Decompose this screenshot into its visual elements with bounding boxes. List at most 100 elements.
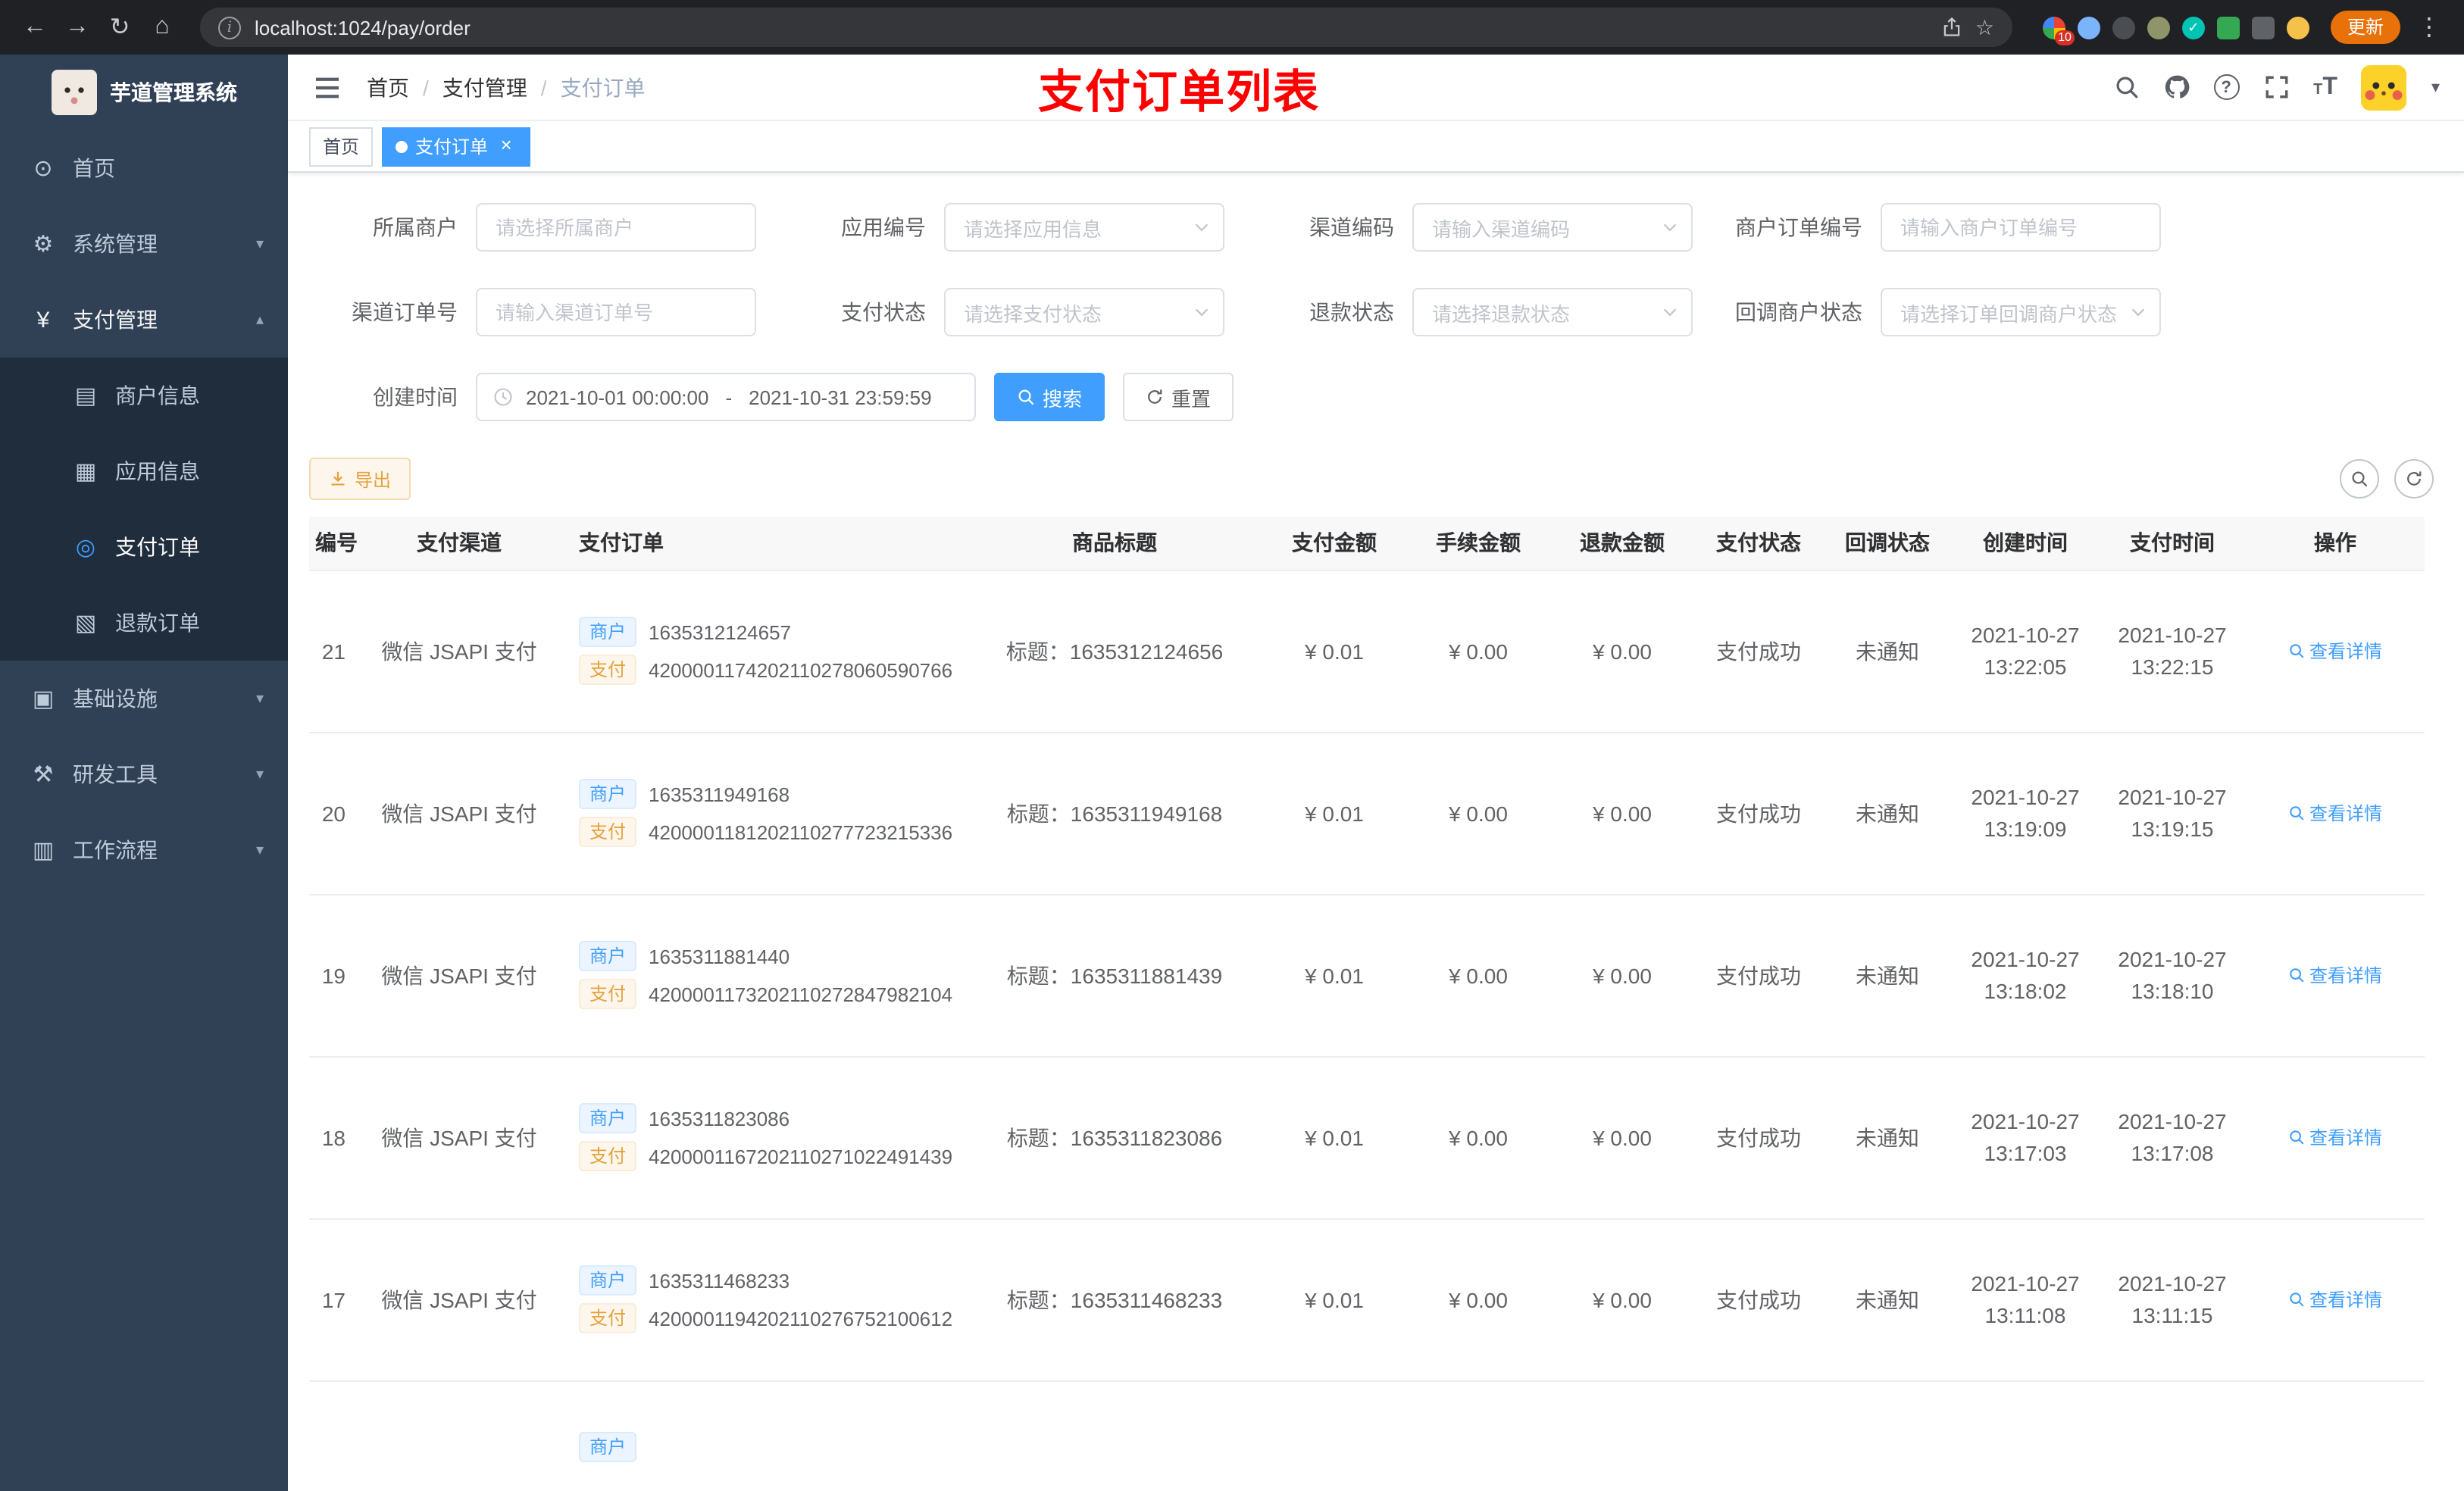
gear-icon: ⚙ bbox=[33, 232, 54, 258]
dev-tools-icon: ⚒ bbox=[33, 762, 54, 788]
cell-status: 支付成功 bbox=[1694, 1218, 1823, 1381]
cell-refund: ¥ 0.00 bbox=[1550, 732, 1694, 895]
filter-app-no: 应用编号 请选择应用信息 bbox=[777, 203, 1224, 252]
sidebar: 芋道管理系统 ⊙ 首页 ⚙ 系统管理 ▾ ¥ 支付管理 ▴ ▤ 商户信息 ▦ 应… bbox=[0, 55, 288, 1491]
export-button[interactable]: 导出 bbox=[309, 458, 411, 500]
browser-extension-icon[interactable] bbox=[2216, 16, 2240, 39]
logo-title: 芋道管理系统 bbox=[110, 80, 237, 105]
merchant-input[interactable] bbox=[476, 203, 756, 252]
cell-amount: ¥ 0.01 bbox=[1262, 732, 1406, 895]
view-detail-link[interactable]: 查看详情 bbox=[2288, 638, 2382, 664]
browser-extension-icon[interactable]: ✓ bbox=[2181, 16, 2205, 39]
browser-pin-icon[interactable] bbox=[2251, 16, 2275, 39]
url-text: localhost:1024/pay/order bbox=[255, 16, 471, 39]
browser-extension-icon[interactable]: 10 bbox=[2042, 16, 2075, 45]
site-info-icon[interactable]: i bbox=[218, 16, 241, 39]
reset-button[interactable]: 重置 bbox=[1123, 373, 1234, 421]
caret-down-icon[interactable]: ▾ bbox=[2431, 77, 2440, 97]
cell-pay-channel: 微信 JSAPI 支付 bbox=[361, 732, 558, 895]
filter-row-2: 渠道订单号 支付状态 请选择支付状态 退款状态 请选择退款状态 bbox=[309, 288, 2434, 336]
filter-create-time: 创建时间 2021-10-01 00:00:00 - 2021-10-31 23… bbox=[309, 373, 1234, 421]
cell-pay-order: 商户 1635312124657 支付 42000011742021102780… bbox=[558, 570, 967, 733]
channel-code-select[interactable]: 请输入渠道编码 bbox=[1412, 203, 1693, 252]
view-detail-link[interactable]: 查看详情 bbox=[2288, 1286, 2382, 1312]
merchant-tag: 商户 bbox=[579, 1103, 637, 1133]
browser-extension-icon[interactable] bbox=[2147, 16, 2170, 39]
browser-extension-icon[interactable] bbox=[2077, 16, 2100, 39]
merchant-order-no: 1635311881440 bbox=[649, 945, 790, 967]
sidebar-item-workflow[interactable]: ▥ 工作流程 ▾ bbox=[0, 812, 288, 888]
browser-address-bar[interactable]: i localhost:1024/pay/order ☆ bbox=[200, 8, 2012, 47]
chevron-down-icon bbox=[1193, 218, 1211, 236]
date-end: 2021-10-31 23:59:59 bbox=[749, 386, 932, 408]
sidebar-item-home[interactable]: ⊙ 首页 bbox=[0, 130, 288, 206]
date-start: 2021-10-01 00:00:00 bbox=[526, 386, 709, 408]
refresh-table-button[interactable] bbox=[2394, 459, 2434, 499]
merchant-card-icon: ▤ bbox=[74, 383, 97, 409]
create-time-range-picker[interactable]: 2021-10-01 00:00:00 - 2021-10-31 23:59:5… bbox=[476, 373, 976, 421]
cell-pay-time: 2021-10-27 13:17:08 bbox=[2099, 1056, 2246, 1219]
merchant-order-no-input[interactable] bbox=[1881, 203, 2161, 252]
browser-menu-icon[interactable]: ⋮ bbox=[2409, 8, 2449, 47]
browser-update-button[interactable]: 更新 bbox=[2330, 11, 2400, 44]
browser-profile-avatar[interactable] bbox=[2286, 16, 2309, 39]
channel-order-no-input[interactable] bbox=[476, 288, 756, 336]
cell-order-id: 20 bbox=[309, 732, 361, 895]
user-avatar[interactable] bbox=[2361, 64, 2407, 110]
refresh-icon bbox=[1146, 388, 1164, 406]
search-icon[interactable] bbox=[2113, 74, 2139, 100]
main-area: 首页 / 支付管理 / 支付订单 支付订单列表 ? T T ▾ 首页 支付订单 … bbox=[288, 55, 2464, 1491]
screen: ← → ↻ ⌂ i localhost:1024/pay/order ☆ 10 … bbox=[0, 0, 2464, 1491]
sidebar-item-infrastructure[interactable]: ▣ 基础设施 ▾ bbox=[0, 661, 288, 736]
sidebar-item-dev-tools[interactable]: ⚒ 研发工具 ▾ bbox=[0, 736, 288, 812]
font-size-icon[interactable]: T T bbox=[2313, 73, 2337, 101]
table-row: 17 微信 JSAPI 支付 商户 1635311468233 支付 42000… bbox=[309, 1218, 2425, 1381]
sidebar-subitem-merchant-info[interactable]: ▤ 商户信息 bbox=[0, 358, 288, 433]
dashboard-icon: ⊙ bbox=[33, 156, 53, 182]
view-detail-link[interactable]: 查看详情 bbox=[2288, 962, 2382, 988]
breadcrumb-payment[interactable]: 支付管理 bbox=[442, 72, 527, 102]
browser-forward-icon[interactable]: → bbox=[58, 8, 97, 47]
bookmark-star-icon[interactable]: ☆ bbox=[1975, 14, 1994, 40]
tab-close-icon[interactable]: × bbox=[496, 134, 517, 157]
sidebar-subitem-refund-order[interactable]: ▧ 退款订单 bbox=[0, 585, 288, 661]
cell-refund: ¥ 0.00 bbox=[1550, 894, 1694, 1057]
browser-extension-icon[interactable] bbox=[2112, 16, 2135, 39]
sidebar-item-payment[interactable]: ¥ 支付管理 ▴ bbox=[0, 282, 288, 358]
filter-row-3: 创建时间 2021-10-01 00:00:00 - 2021-10-31 23… bbox=[309, 373, 2434, 421]
chevron-down-icon: ▾ bbox=[255, 842, 264, 858]
breadcrumb-home[interactable]: 首页 bbox=[367, 72, 409, 102]
filter-refund-status: 退款状态 请选择退款状态 bbox=[1246, 288, 1693, 336]
tab-label: 首页 bbox=[323, 136, 360, 158]
tab-home[interactable]: 首页 bbox=[309, 127, 374, 166]
share-icon[interactable] bbox=[1942, 17, 1963, 38]
channel-order-no: 4200001174202110278060590766 bbox=[649, 658, 953, 681]
chevron-down-icon bbox=[2129, 303, 2147, 321]
search-button[interactable]: 搜索 bbox=[994, 373, 1105, 421]
filter-label: 支付状态 bbox=[841, 300, 926, 324]
cell-pay-channel: 微信 JSAPI 支付 bbox=[361, 1218, 558, 1381]
view-detail-link[interactable]: 查看详情 bbox=[2288, 800, 2382, 826]
filter-channel-code: 渠道编码 请输入渠道编码 bbox=[1246, 203, 1693, 252]
sidebar-subitem-app-info[interactable]: ▦ 应用信息 bbox=[0, 433, 288, 509]
cell-notify: 未通知 bbox=[1823, 1218, 1952, 1381]
sidebar-logo[interactable]: 芋道管理系统 bbox=[0, 55, 288, 130]
github-icon[interactable] bbox=[2163, 74, 2189, 100]
app-no-select[interactable]: 请选择应用信息 bbox=[944, 203, 1224, 252]
tab-pay-order[interactable]: 支付订单 × bbox=[382, 127, 531, 166]
sidebar-item-system[interactable]: ⚙ 系统管理 ▾ bbox=[0, 206, 288, 282]
fullscreen-icon[interactable] bbox=[2263, 74, 2289, 100]
toggle-search-button[interactable] bbox=[2340, 459, 2379, 499]
hamburger-icon[interactable] bbox=[312, 72, 342, 102]
refund-status-select[interactable]: 请选择退款状态 bbox=[1412, 288, 1693, 336]
browser-reload-icon[interactable]: ↻ bbox=[100, 8, 139, 47]
browser-home-icon[interactable]: ⌂ bbox=[142, 8, 182, 47]
notify-status-select[interactable]: 请选择订单回调商户状态 bbox=[1881, 288, 2161, 336]
view-detail-link[interactable]: 查看详情 bbox=[2288, 1124, 2382, 1150]
pay-status-select[interactable]: 请选择支付状态 bbox=[944, 288, 1224, 336]
browser-back-icon[interactable]: ← bbox=[15, 8, 55, 47]
logo-avatar bbox=[51, 70, 96, 115]
cell-actions: 查看详情 bbox=[2246, 894, 2425, 1057]
help-icon[interactable]: ? bbox=[2213, 74, 2240, 100]
sidebar-subitem-pay-order[interactable]: ◎ 支付订单 bbox=[0, 509, 288, 585]
